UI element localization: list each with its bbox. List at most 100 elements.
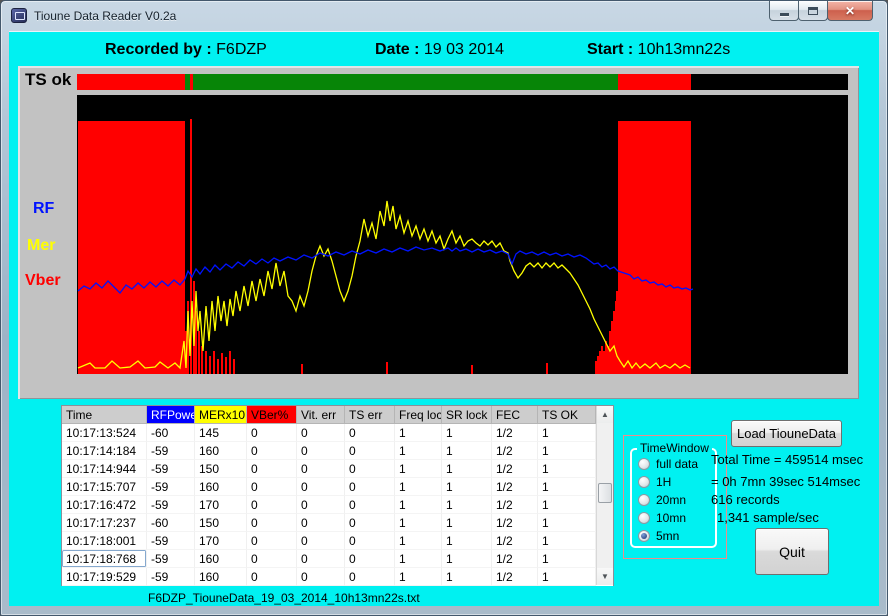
table-cell[interactable]: 0 [345,568,395,586]
table-cell[interactable]: 0 [247,442,297,460]
table-cell[interactable]: 10:17:13:524 [62,424,147,442]
table-cell[interactable]: 1/2 [492,550,538,568]
radio-option-label[interactable]: 20mn [656,493,686,507]
table-cell[interactable]: 1 [538,478,596,496]
radio-option-20mn[interactable]: 20mn [638,493,686,507]
radio-button-icon[interactable] [638,512,650,524]
table-cell[interactable]: 145 [195,424,247,442]
table-cell[interactable]: 0 [247,532,297,550]
table-cell[interactable]: 160 [195,478,247,496]
table-cell[interactable]: 160 [195,442,247,460]
table-cell[interactable]: 1/2 [492,532,538,550]
table-cell[interactable]: 0 [247,478,297,496]
scroll-down-button[interactable]: ▼ [597,568,613,585]
radio-button-icon[interactable] [638,458,650,470]
scroll-up-button[interactable]: ▲ [597,406,613,423]
close-button[interactable]: ✕ [827,1,873,21]
table-cell[interactable]: 10:17:19:529 [62,568,147,586]
table-cell[interactable]: 1 [442,514,492,532]
radio-option-label[interactable]: 10mn [656,511,686,525]
table-cell[interactable]: 10:17:14:184 [62,442,147,460]
table-cell[interactable]: 1 [538,568,596,586]
table-cell[interactable]: 10:17:16:472 [62,496,147,514]
table-cell[interactable]: -60 [147,424,195,442]
table-cell[interactable]: 1/2 [492,514,538,532]
quit-button[interactable]: Quit [755,528,829,575]
minimize-button[interactable] [769,1,799,21]
table-cell[interactable]: 1 [442,460,492,478]
table-cell[interactable]: 0 [247,514,297,532]
table-cell[interactable]: 1 [442,496,492,514]
table-cell[interactable]: -59 [147,442,195,460]
table-cell[interactable]: 1/2 [492,424,538,442]
table-cell[interactable]: 1 [442,478,492,496]
table-cell[interactable]: -59 [147,532,195,550]
table-cell[interactable]: 10:17:17:237 [62,514,147,532]
table-cell[interactable]: 1 [395,496,442,514]
table-scrollbar[interactable]: ▲ ▼ [596,406,613,585]
table-cell[interactable]: 0 [345,424,395,442]
table-cell[interactable]: 150 [195,460,247,478]
table-cell[interactable]: 0 [297,460,345,478]
load-tiounedata-button[interactable]: Load TiouneData [731,420,842,447]
radio-button-icon[interactable] [638,530,650,542]
radio-option-label[interactable]: 5mn [656,529,679,543]
table-cell[interactable]: 1/2 [492,478,538,496]
table-cell[interactable]: 0 [345,442,395,460]
table-cell[interactable]: 0 [345,550,395,568]
table-cell[interactable]: 150 [195,514,247,532]
table-cell[interactable]: 1 [442,532,492,550]
table-cell[interactable]: 1 [395,424,442,442]
table-cell[interactable]: 0 [345,460,395,478]
table-cell[interactable]: 1 [442,550,492,568]
table-cell[interactable]: 0 [247,496,297,514]
table-cell[interactable]: 1 [538,514,596,532]
table-cell[interactable]: 1/2 [492,568,538,586]
table-cell[interactable]: -59 [147,460,195,478]
table-cell[interactable]: 1 [442,442,492,460]
table-cell[interactable]: 1/2 [492,460,538,478]
table-cell[interactable]: 10:17:18:001 [62,532,147,550]
table-cell[interactable]: 0 [247,568,297,586]
radio-option-label[interactable]: 1H [656,475,671,489]
table-cell[interactable]: 1 [442,424,492,442]
table-cell[interactable]: 0 [247,424,297,442]
table-cell[interactable]: 1 [395,550,442,568]
table-cell[interactable]: 0 [297,550,345,568]
table-cell[interactable]: 10:17:14:944 [62,460,147,478]
radio-option-full-data[interactable]: full data [638,457,698,471]
scroll-thumb[interactable] [598,483,612,503]
table-cell[interactable]: 0 [345,532,395,550]
title-bar[interactable]: Tioune Data Reader V0.2a ✕ [1,1,887,31]
table-cell[interactable]: -59 [147,568,195,586]
table-cell[interactable]: 1 [395,514,442,532]
table-cell[interactable]: 170 [195,532,247,550]
table-cell[interactable]: 1/2 [492,496,538,514]
table-cell[interactable]: 1 [395,478,442,496]
radio-option-10mn[interactable]: 10mn [638,511,686,525]
table-cell[interactable]: 1 [538,424,596,442]
table-cell[interactable]: 0 [297,514,345,532]
table-cell[interactable]: 0 [345,496,395,514]
table-cell[interactable]: 0 [297,424,345,442]
table-cell[interactable]: 160 [195,568,247,586]
table-cell[interactable]: 1 [395,532,442,550]
maximize-button[interactable] [798,1,828,21]
table-cell[interactable]: 0 [297,568,345,586]
table-cell[interactable]: 1 [395,568,442,586]
radio-button-icon[interactable] [638,494,650,506]
table-cell[interactable]: 1 [538,460,596,478]
table-cell[interactable]: 0 [345,514,395,532]
radio-button-icon[interactable] [638,476,650,488]
table-cell[interactable]: -59 [147,478,195,496]
table-cell[interactable]: 0 [297,496,345,514]
radio-option-5mn[interactable]: 5mn [638,529,679,543]
table-cell[interactable]: 170 [195,496,247,514]
table-cell[interactable]: 0 [345,478,395,496]
table-cell[interactable]: 10:17:18:768 [62,550,147,568]
table-cell[interactable]: 1 [395,460,442,478]
table-cell[interactable]: 1/2 [492,442,538,460]
table-cell[interactable]: 0 [297,532,345,550]
table-cell[interactable]: 0 [297,442,345,460]
table-cell[interactable]: 160 [195,550,247,568]
